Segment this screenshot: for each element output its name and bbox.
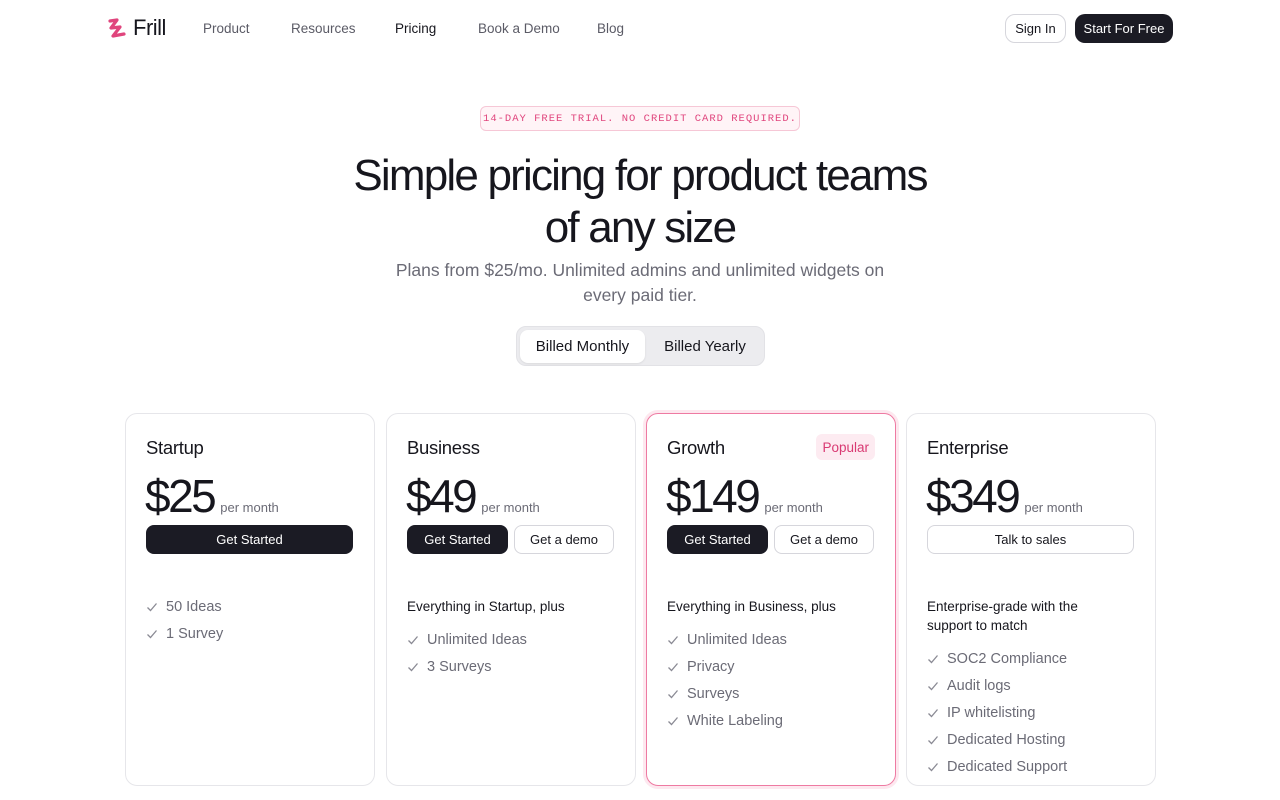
price-row: $349 per month xyxy=(926,470,1083,522)
feature-item: White Labeling xyxy=(667,707,787,734)
feature-item: 1 Survey xyxy=(146,620,223,647)
feature-list: Unlimited Ideas Privacy Surveys White La… xyxy=(667,626,787,734)
price-period: per month xyxy=(481,500,540,515)
feature-label: SOC2 Compliance xyxy=(947,650,1068,667)
check-icon xyxy=(928,735,938,744)
plan-price: $49 xyxy=(406,470,478,522)
check-icon xyxy=(668,662,678,671)
check-icon xyxy=(408,662,418,671)
price-row: $25 per month xyxy=(145,470,279,522)
feature-label: 50 Ideas xyxy=(166,598,222,615)
get-started-button[interactable]: Get Started xyxy=(407,525,508,554)
feature-item: 50 Ideas xyxy=(146,593,223,620)
plan-intro: Everything in Business, plus xyxy=(667,599,836,614)
frill-logo-icon xyxy=(108,18,126,38)
nav-link-blog[interactable]: Blog xyxy=(597,20,624,37)
feature-label: IP whitelisting xyxy=(947,704,1036,721)
feature-label: Dedicated Hosting xyxy=(947,731,1066,748)
feature-item: Unlimited Ideas xyxy=(667,626,787,653)
check-icon xyxy=(928,681,938,690)
brand-name: Frill xyxy=(133,15,166,40)
free-trial-badge: 14-DAY FREE TRIAL. NO CREDIT CARD REQUIR… xyxy=(480,106,800,131)
top-navigation: Frill Product Resources Pricing Book a D… xyxy=(0,0,1280,57)
popular-badge: Popular xyxy=(816,434,875,460)
feature-label: Dedicated Support xyxy=(947,758,1068,775)
billing-toggle: Billed Monthly Billed Yearly xyxy=(516,326,765,366)
billed-yearly-option[interactable]: Billed Yearly xyxy=(647,330,763,363)
feature-item: Privacy xyxy=(667,653,787,680)
feature-item: Audit logs xyxy=(927,672,1067,699)
billed-monthly-option[interactable]: Billed Monthly xyxy=(520,330,645,363)
plan-price: $149 xyxy=(666,470,761,522)
get-started-button[interactable]: Get Started xyxy=(667,525,768,554)
get-a-demo-button[interactable]: Get a demo xyxy=(774,525,874,554)
check-icon xyxy=(928,708,938,717)
feature-label: Privacy xyxy=(687,658,735,675)
feature-label: Unlimited Ideas xyxy=(687,631,787,648)
feature-label: Surveys xyxy=(687,685,740,702)
price-period: per month xyxy=(220,500,279,515)
check-icon xyxy=(928,762,938,771)
check-icon xyxy=(408,635,418,644)
page-title: Simple pricing for product teams of any … xyxy=(353,151,928,252)
price-row: $49 per month xyxy=(406,470,540,522)
plan-name: Enterprise xyxy=(927,437,1009,458)
plan-intro: Everything in Startup, plus xyxy=(407,599,565,614)
plan-card-startup: Startup $25 per month Get Started 50 Ide… xyxy=(125,413,375,786)
plan-price: $25 xyxy=(145,470,217,522)
plan-price: $349 xyxy=(926,470,1021,522)
plan-name: Startup xyxy=(146,437,204,458)
nav-link-book-demo[interactable]: Book a Demo xyxy=(478,20,597,37)
plan-card-business: Business $49 per month Get Started Get a… xyxy=(386,413,636,786)
check-icon xyxy=(668,689,678,698)
feature-item: Surveys xyxy=(667,680,787,707)
feature-label: 3 Surveys xyxy=(427,658,492,675)
get-a-demo-button[interactable]: Get a demo xyxy=(514,525,614,554)
check-icon xyxy=(668,635,678,644)
talk-to-sales-button[interactable]: Talk to sales xyxy=(927,525,1134,554)
feature-label: Audit logs xyxy=(947,677,1011,694)
logo[interactable]: Frill xyxy=(107,16,166,40)
nav-link-resources[interactable]: Resources xyxy=(291,20,395,37)
nav-link-pricing[interactable]: Pricing xyxy=(395,20,478,37)
nav-link-product[interactable]: Product xyxy=(203,20,291,37)
check-icon xyxy=(668,716,678,725)
start-for-free-button[interactable]: Start For Free xyxy=(1075,14,1173,43)
feature-item: Dedicated Hosting xyxy=(927,726,1067,753)
check-icon xyxy=(147,602,157,611)
feature-item: SOC2 Compliance xyxy=(927,645,1067,672)
plan-card-enterprise: Enterprise $349 per month Talk to sales … xyxy=(906,413,1156,786)
price-row: $149 per month xyxy=(666,470,823,522)
page-subtitle: Plans from $25/mo. Unlimited admins and … xyxy=(395,260,885,305)
check-icon xyxy=(928,654,938,663)
nav-links: Product Resources Pricing Book a Demo Bl… xyxy=(203,20,624,37)
feature-label: Unlimited Ideas xyxy=(427,631,527,648)
feature-item: IP whitelisting xyxy=(927,699,1067,726)
plan-name: Growth xyxy=(667,437,725,458)
feature-item: Unlimited Ideas xyxy=(407,626,527,653)
price-period: per month xyxy=(764,500,823,515)
feature-label: White Labeling xyxy=(687,712,783,729)
sign-in-button[interactable]: Sign In xyxy=(1005,14,1066,43)
price-period: per month xyxy=(1024,500,1083,515)
check-icon xyxy=(147,629,157,638)
feature-label: 1 Survey xyxy=(166,625,224,642)
feature-list: Unlimited Ideas 3 Surveys xyxy=(407,626,527,680)
feature-item: 3 Surveys xyxy=(407,653,527,680)
feature-list: SOC2 Compliance Audit logs IP whitelisti… xyxy=(927,645,1067,780)
plan-intro: Enterprise-grade with the support to mat… xyxy=(927,599,1078,633)
feature-item: Dedicated Support xyxy=(927,753,1067,780)
get-started-button[interactable]: Get Started xyxy=(146,525,353,554)
plan-card-growth: Growth Popular $149 per month Get Starte… xyxy=(646,413,896,786)
plan-name: Business xyxy=(407,437,480,458)
feature-list: 50 Ideas 1 Survey xyxy=(146,593,223,647)
